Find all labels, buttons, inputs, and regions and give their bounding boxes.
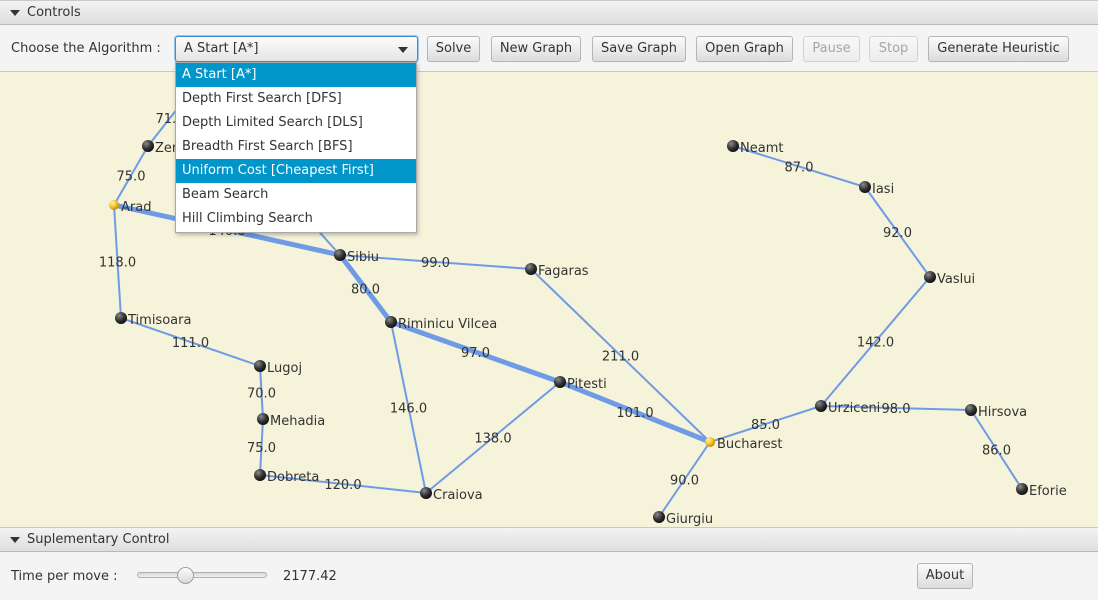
edge-cost-label: 111.0 (172, 336, 209, 351)
collapse-arrow-icon[interactable] (10, 537, 20, 543)
controls-pane-title: Controls (27, 5, 81, 20)
edge-cost-label: 87.0 (785, 161, 814, 176)
algorithm-selected-value: A Start [A*] (184, 41, 259, 56)
graph-node[interactable] (115, 312, 127, 324)
open-graph-button[interactable]: Open Graph (696, 36, 793, 62)
algorithm-option[interactable]: Beam Search (176, 183, 416, 207)
edge-cost-label: 99.0 (421, 256, 450, 271)
edge-cost-label: 118.0 (99, 256, 136, 271)
graph-node[interactable] (254, 469, 266, 481)
edge-cost-label: 138.0 (474, 432, 511, 447)
edge-cost-label: 120.0 (324, 478, 361, 493)
node-label: Fagaras (538, 264, 589, 279)
save-graph-button[interactable]: Save Graph (592, 36, 686, 62)
generate-heuristic-button[interactable]: Generate Heuristic (928, 36, 1069, 62)
node-label: Iasi (872, 182, 894, 197)
suplementary-pane-title: Suplementary Control (27, 532, 170, 547)
graph-node[interactable] (859, 181, 871, 193)
graph-node[interactable] (554, 376, 566, 388)
graph-node[interactable] (965, 404, 977, 416)
node-label: Eforie (1029, 484, 1067, 499)
node-label: Giurgiu (666, 512, 713, 527)
graph-node[interactable] (254, 360, 266, 372)
node-label: Timisoara (127, 313, 191, 328)
graph-node[interactable] (334, 249, 346, 261)
edge-cost-label: 86.0 (982, 444, 1011, 459)
edge-cost-label: 92.0 (883, 226, 912, 241)
edge-cost-label: 75.0 (117, 170, 146, 185)
stop-button[interactable]: Stop (869, 36, 918, 62)
node-label: Urziceni (828, 401, 880, 416)
node-label: Hirsova (978, 405, 1027, 420)
algorithm-label: Choose the Algorithm : (11, 41, 161, 56)
time-slider-track[interactable] (137, 572, 267, 578)
algorithm-option[interactable]: Uniform Cost [Cheapest First] (176, 159, 416, 183)
solve-button[interactable]: Solve (427, 36, 480, 62)
algorithm-dropdown-list[interactable]: A Start [A*] Depth First Search [DFS] Dept… (175, 62, 417, 233)
algorithm-option[interactable]: Depth First Search [DFS] (176, 87, 416, 111)
algorithm-option[interactable]: Breadth First Search [BFS] (176, 135, 416, 159)
edge-cost-label: 98.0 (882, 402, 911, 417)
node-label: Bucharest (717, 437, 782, 452)
graph-node[interactable] (727, 140, 739, 152)
graph-svg: 75.071.0151.0140.0118.0111.070.075.0120.… (99, 84, 1067, 527)
edge-cost-label: 75.0 (247, 441, 276, 456)
graph-node[interactable] (109, 200, 119, 210)
algorithm-combobox[interactable]: A Start [A*] (175, 36, 418, 62)
time-per-move-value: 2177.42 (283, 569, 337, 584)
edge-cost-label: 146.0 (390, 402, 427, 417)
algorithm-option[interactable]: A Start [A*] (176, 63, 416, 87)
edge-cost-label: 142.0 (857, 336, 894, 351)
new-graph-button[interactable]: New Graph (491, 36, 581, 62)
node-label: Mehadia (270, 414, 325, 429)
time-per-move-label: Time per move : (11, 569, 118, 584)
node-label: Craiova (433, 488, 483, 503)
node-label: Pitesti (567, 377, 607, 392)
graph-node[interactable] (815, 400, 827, 412)
node-label: Lugoj (267, 361, 302, 376)
graph-node[interactable] (385, 316, 397, 328)
algorithm-option[interactable]: Hill Climbing Search (176, 207, 416, 231)
time-slider-thumb[interactable] (177, 567, 194, 584)
edge-cost-label: 80.0 (351, 283, 380, 298)
graph-node[interactable] (525, 263, 537, 275)
edge-cost-label: 85.0 (751, 418, 780, 433)
edge-cost-label: 90.0 (670, 474, 699, 489)
graph-node[interactable] (705, 437, 715, 447)
collapse-arrow-icon[interactable] (10, 10, 20, 16)
about-button[interactable]: About (917, 563, 973, 589)
graph-node[interactable] (924, 271, 936, 283)
edge-cost-label: 70.0 (247, 387, 276, 402)
controls-pane-header[interactable]: Controls (0, 0, 1098, 25)
node-label: Neamt (740, 141, 783, 156)
pause-button[interactable]: Pause (803, 36, 860, 62)
node-label: Riminicu Vilcea (398, 317, 497, 332)
edge-cost-label: 101.0 (616, 406, 653, 421)
graph-node[interactable] (257, 413, 269, 425)
graph-node[interactable] (142, 140, 154, 152)
graph-node[interactable] (1016, 483, 1028, 495)
node-label: Vaslui (937, 272, 975, 287)
node-label: Dobreta (267, 470, 319, 485)
node-label: Arad (121, 200, 151, 215)
edge-cost-label: 97.0 (461, 346, 490, 361)
graph-node[interactable] (420, 487, 432, 499)
controls-toolbar: Choose the Algorithm : A Start [A*] Solv… (0, 25, 1098, 72)
graph-canvas[interactable]: 75.071.0151.0140.0118.0111.070.075.0120.… (0, 72, 1098, 527)
edge-cost-label: 211.0 (602, 350, 639, 365)
algorithm-option[interactable]: Depth Limited Search [DLS] (176, 111, 416, 135)
graph-node[interactable] (653, 511, 665, 523)
chevron-down-icon[interactable] (398, 47, 408, 53)
node-label: Sibiu (347, 250, 379, 265)
suplementary-pane-header[interactable]: Suplementary Control (0, 527, 1098, 552)
